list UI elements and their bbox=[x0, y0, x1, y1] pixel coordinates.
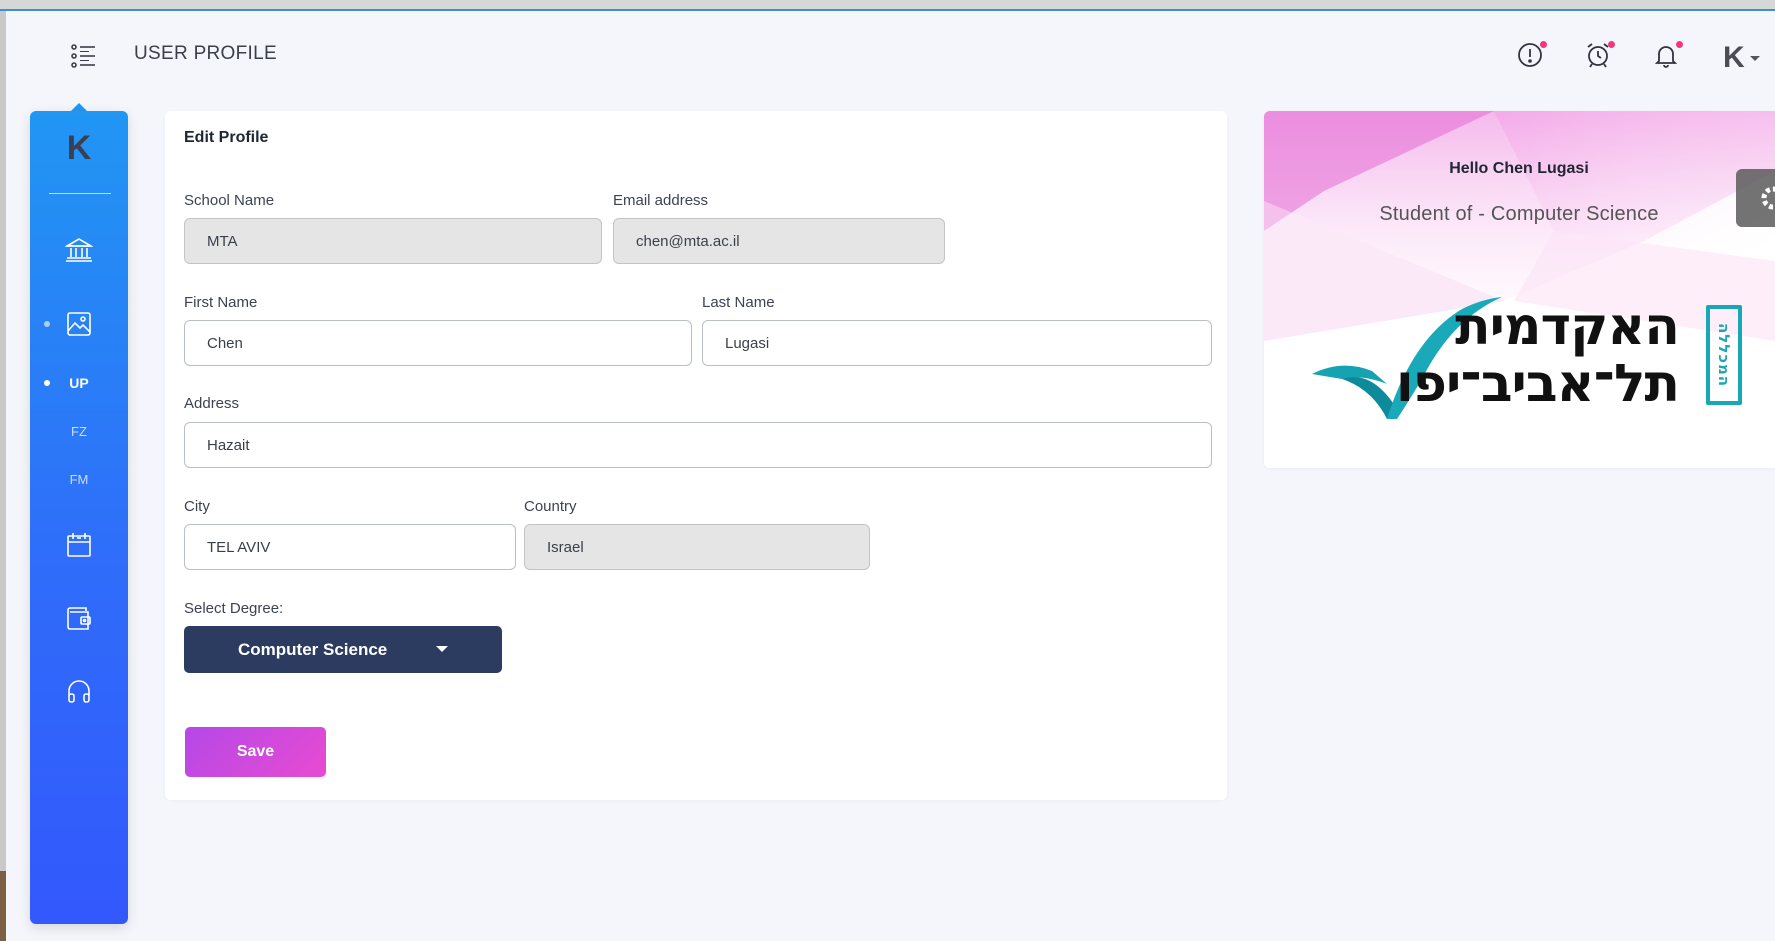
address-field[interactable]: Hazait bbox=[184, 422, 1212, 468]
sidebar-notch bbox=[71, 103, 87, 111]
bank-icon bbox=[65, 238, 93, 262]
sidebar-item-support[interactable] bbox=[30, 671, 128, 711]
gear-icon bbox=[1761, 186, 1775, 210]
address-label: Address bbox=[184, 395, 240, 412]
sidebar-item-wallet[interactable] bbox=[30, 598, 128, 638]
sidebar-logo: K bbox=[66, 129, 92, 167]
sidebar-item-calendar[interactable] bbox=[30, 525, 128, 565]
calendar-icon bbox=[67, 533, 91, 557]
image-icon bbox=[67, 312, 91, 336]
list-icon bbox=[71, 44, 95, 68]
school-name-label: School Name bbox=[184, 192, 275, 209]
chevron-down-icon bbox=[1749, 55, 1760, 61]
city-label: City bbox=[184, 498, 210, 515]
first-name-field[interactable]: Chen bbox=[184, 320, 692, 366]
edit-profile-card: Edit Profile School Name MTA Email addre… bbox=[165, 111, 1227, 800]
email-label: Email address bbox=[613, 192, 709, 209]
notification-dot bbox=[1608, 41, 1615, 48]
sidebar-item-label: FM bbox=[69, 471, 89, 487]
window-top-bar bbox=[0, 0, 1775, 11]
sidebar-toggle-button[interactable] bbox=[68, 41, 100, 71]
last-name-field[interactable]: Lugasi bbox=[702, 320, 1212, 366]
notification-dot bbox=[1540, 41, 1547, 48]
city-field[interactable]: TEL AVIV bbox=[184, 524, 516, 570]
email-field[interactable]: chen@mta.ac.il bbox=[613, 218, 945, 264]
notifications-button[interactable] bbox=[1647, 35, 1687, 75]
page-title: USER PROFILE bbox=[134, 43, 277, 64]
sidebar-divider bbox=[49, 193, 111, 194]
active-bullet bbox=[44, 321, 50, 327]
active-bullet bbox=[44, 380, 50, 386]
profile-summary-card: Hello Chen Lugasi Student of - Computer … bbox=[1264, 111, 1775, 468]
degree-label: Select Degree: bbox=[184, 600, 284, 617]
logo-text-line-2: תל־אביב־יפו bbox=[1395, 354, 1680, 414]
logo-vertical-box: המכללה bbox=[1706, 305, 1742, 405]
user-menu[interactable]: K bbox=[1723, 41, 1775, 75]
notification-dot bbox=[1676, 41, 1683, 48]
degree-selected: Computer Science bbox=[238, 639, 388, 659]
degree-dropdown[interactable]: Computer Science bbox=[184, 626, 502, 673]
student-degree-text: Student of - Computer Science bbox=[1379, 203, 1659, 225]
sidebar-item-fm[interactable]: FM bbox=[30, 459, 128, 499]
first-name-label: First Name bbox=[184, 294, 258, 311]
top-navbar: USER PROFILE K bbox=[6, 13, 1775, 93]
school-name-field[interactable]: MTA bbox=[184, 218, 602, 264]
sidebar-item-fz[interactable]: FZ bbox=[30, 411, 128, 451]
college-logo: האקדמית תל־אביב־יפו המכללה bbox=[1302, 279, 1742, 429]
sidebar-item-school[interactable] bbox=[30, 230, 128, 270]
last-name-label: Last Name bbox=[702, 294, 775, 311]
headphones-icon bbox=[68, 680, 90, 703]
country-field[interactable]: Israel bbox=[524, 524, 870, 570]
greeting-text: Hello Chen Lugasi bbox=[1449, 160, 1589, 177]
save-button[interactable]: Save bbox=[185, 727, 326, 777]
card-title: Edit Profile bbox=[184, 129, 269, 146]
caret-down-icon bbox=[436, 646, 448, 652]
sidebar-item-label: FZ bbox=[71, 423, 87, 439]
sidebar: K UP FZ FM bbox=[30, 111, 128, 924]
alerts-button[interactable] bbox=[1511, 35, 1551, 75]
settings-tab-button[interactable] bbox=[1736, 169, 1775, 227]
wallet-icon bbox=[67, 607, 91, 630]
user-avatar: K bbox=[1723, 41, 1745, 74]
logo-vertical-text: המכללה bbox=[1715, 322, 1733, 388]
country-label: Country bbox=[524, 498, 577, 515]
alarm-button[interactable] bbox=[1579, 35, 1619, 75]
sidebar-item-label: UP bbox=[69, 375, 89, 391]
window-left-edge bbox=[0, 11, 6, 941]
logo-text-line-1: האקדמית bbox=[1455, 297, 1680, 357]
sidebar-item-up[interactable]: UP bbox=[30, 363, 128, 403]
sidebar-item-gallery[interactable] bbox=[30, 304, 128, 344]
